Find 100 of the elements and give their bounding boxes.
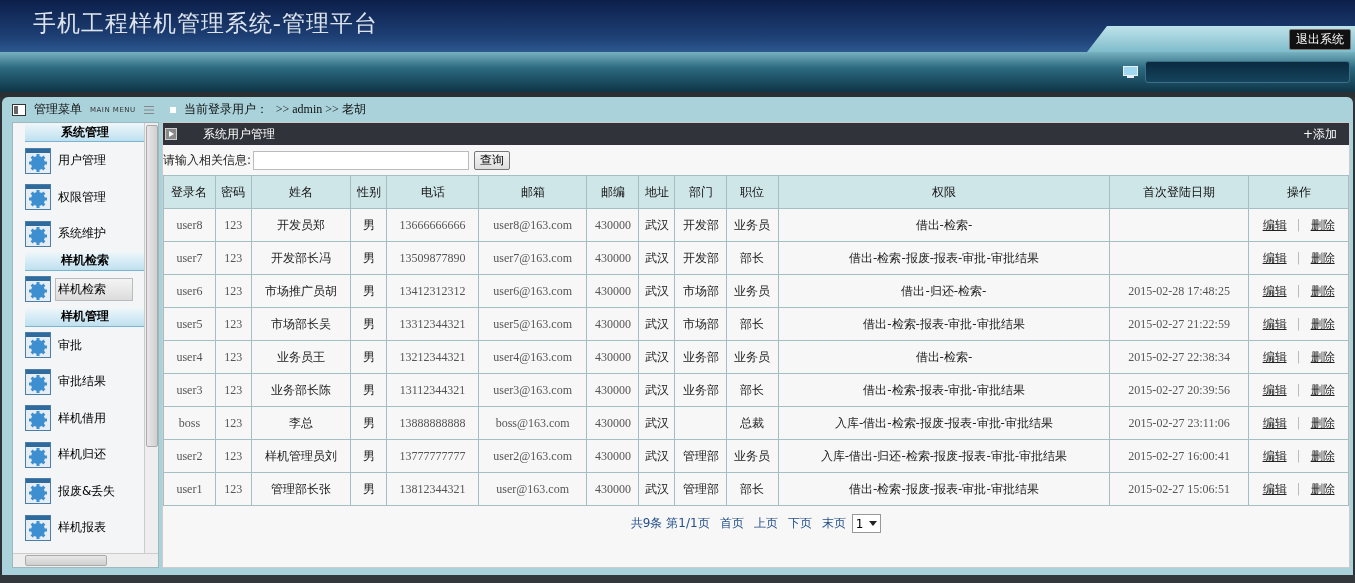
link-separator: | (1296, 448, 1301, 463)
horizontal-scrollbar[interactable] (13, 553, 158, 567)
table-cell: 武汉 (638, 241, 675, 275)
table-cell: 武汉 (638, 406, 675, 440)
table-cell: 2015-02-28 17:48:25 (1109, 274, 1249, 308)
table-cell: 2015-02-27 16:00:41 (1109, 439, 1249, 473)
menu-item[interactable]: 用户管理 (55, 149, 109, 173)
table-cell: 123 (215, 307, 252, 341)
table-cell: 13812344321 (386, 472, 479, 506)
table-cell: 市场推广员胡 (251, 274, 351, 308)
link-separator: | (1296, 481, 1301, 496)
table-cell: 业务员 (726, 439, 779, 473)
play-icon (165, 128, 177, 140)
table-cell: 管理部 (674, 472, 727, 506)
column-header: 地址 (638, 175, 675, 209)
table-cell: 部长 (726, 373, 779, 407)
delete-link[interactable]: 删除 (1310, 316, 1335, 331)
table-cell: 借出-检索-报废-报表-审批-审批结果 (778, 472, 1110, 506)
record-count: 共9条 (630, 515, 663, 532)
table-cell: 430000 (586, 439, 639, 473)
table-cell: 123 (215, 340, 252, 374)
table-cell: 武汉 (638, 439, 675, 473)
column-header: 登录名 (163, 175, 216, 209)
logout-button[interactable]: 退出系统 (1289, 28, 1351, 50)
menu-item[interactable]: 样机归还 (55, 443, 109, 467)
edit-link[interactable]: 编辑 (1262, 349, 1287, 364)
table-cell: 市场部长吴 (251, 307, 351, 341)
menu-panel-icon (12, 103, 26, 116)
link-separator: | (1296, 217, 1301, 232)
delete-link[interactable]: 删除 (1310, 448, 1335, 463)
edit-link[interactable]: 编辑 (1262, 382, 1287, 397)
edit-link[interactable]: 编辑 (1262, 250, 1287, 265)
search-field[interactable] (253, 150, 470, 170)
menu-item[interactable]: 系统维护 (55, 222, 109, 246)
monitor-icon (1123, 66, 1138, 78)
gear-window-icon (25, 405, 51, 432)
query-button[interactable]: 查询 (474, 150, 511, 170)
page-link[interactable]: 上页 (753, 515, 778, 532)
table-cell: user7@163.com (478, 241, 587, 275)
table-cell: user1 (163, 472, 216, 506)
table-cell: 123 (215, 406, 252, 440)
table-cell: 管理部长张 (251, 472, 351, 506)
page-select[interactable]: 1 (851, 514, 882, 533)
delete-link[interactable]: 删除 (1310, 250, 1335, 265)
delete-link[interactable]: 删除 (1310, 382, 1335, 397)
column-header: 姓名 (251, 175, 351, 209)
table-cell: 男 (350, 208, 387, 242)
gear-window-icon (25, 276, 51, 303)
page-link[interactable]: 下页 (787, 515, 812, 532)
table-cell: 430000 (586, 241, 639, 275)
page-link[interactable]: 末页 (821, 515, 846, 532)
group-header[interactable]: 样机管理 (25, 307, 144, 327)
menu-item[interactable]: 样机借用 (55, 406, 109, 430)
column-header: 邮编 (586, 175, 639, 209)
table-cell: 借出-归还-检索- (778, 274, 1110, 308)
table-cell: boss (163, 406, 216, 440)
edit-link[interactable]: 编辑 (1262, 316, 1287, 331)
table-cell: 武汉 (638, 307, 675, 341)
edit-link[interactable]: 编辑 (1262, 448, 1287, 463)
edit-link[interactable]: 编辑 (1262, 283, 1287, 298)
menu-item[interactable]: 审批 (55, 333, 85, 357)
table-cell: boss@163.com (478, 406, 587, 440)
menu-item[interactable]: 样机报表 (55, 516, 109, 540)
link-separator: | (1296, 316, 1301, 331)
edit-link[interactable]: 编辑 (1262, 415, 1287, 430)
table-cell: 武汉 (638, 373, 675, 407)
delete-link[interactable]: 删除 (1310, 415, 1335, 430)
edit-link[interactable]: 编辑 (1262, 481, 1287, 496)
group-header[interactable]: 样机检索 (25, 251, 144, 272)
table-cell: 部长 (726, 307, 779, 341)
vertical-scrollbar[interactable] (144, 123, 158, 553)
table-cell: user6@163.com (478, 274, 587, 308)
table-cell: user8@163.com (478, 208, 587, 242)
user-path: >> admin >> 老胡 (275, 101, 366, 118)
table-cell: 2015-02-27 21:22:59 (1109, 307, 1249, 341)
table-cell: 430000 (586, 307, 639, 341)
table-cell: 123 (215, 274, 252, 308)
menu-item[interactable]: 审批结果 (55, 370, 109, 394)
gear-window-icon (25, 514, 51, 541)
table-cell: 借出-检索-报表-审批-审批结果 (778, 373, 1110, 407)
delete-link[interactable]: 删除 (1310, 349, 1335, 364)
link-separator: | (1296, 415, 1301, 430)
table-cell: 430000 (586, 208, 639, 242)
table-cell: user4@163.com (478, 340, 587, 374)
table-cell: 男 (350, 307, 387, 341)
delete-link[interactable]: 删除 (1310, 217, 1335, 232)
delete-link[interactable]: 删除 (1310, 481, 1335, 496)
group-header[interactable]: 系统管理 (25, 123, 144, 143)
menu-item[interactable]: 报废&丢失 (55, 479, 119, 503)
table-cell: 123 (215, 208, 252, 242)
menu-item[interactable]: 样机检索 (55, 277, 133, 301)
edit-link[interactable]: 编辑 (1262, 217, 1287, 232)
menu-item[interactable]: 权限管理 (55, 185, 109, 209)
gear-window-icon (25, 441, 51, 468)
table-cell: 武汉 (638, 340, 675, 374)
delete-link[interactable]: 删除 (1310, 283, 1335, 298)
table-cell: 男 (350, 340, 387, 374)
add-link[interactable]: +添加 (1302, 125, 1337, 143)
gear-window-icon (25, 368, 51, 395)
page-link[interactable]: 首页 (719, 515, 744, 532)
